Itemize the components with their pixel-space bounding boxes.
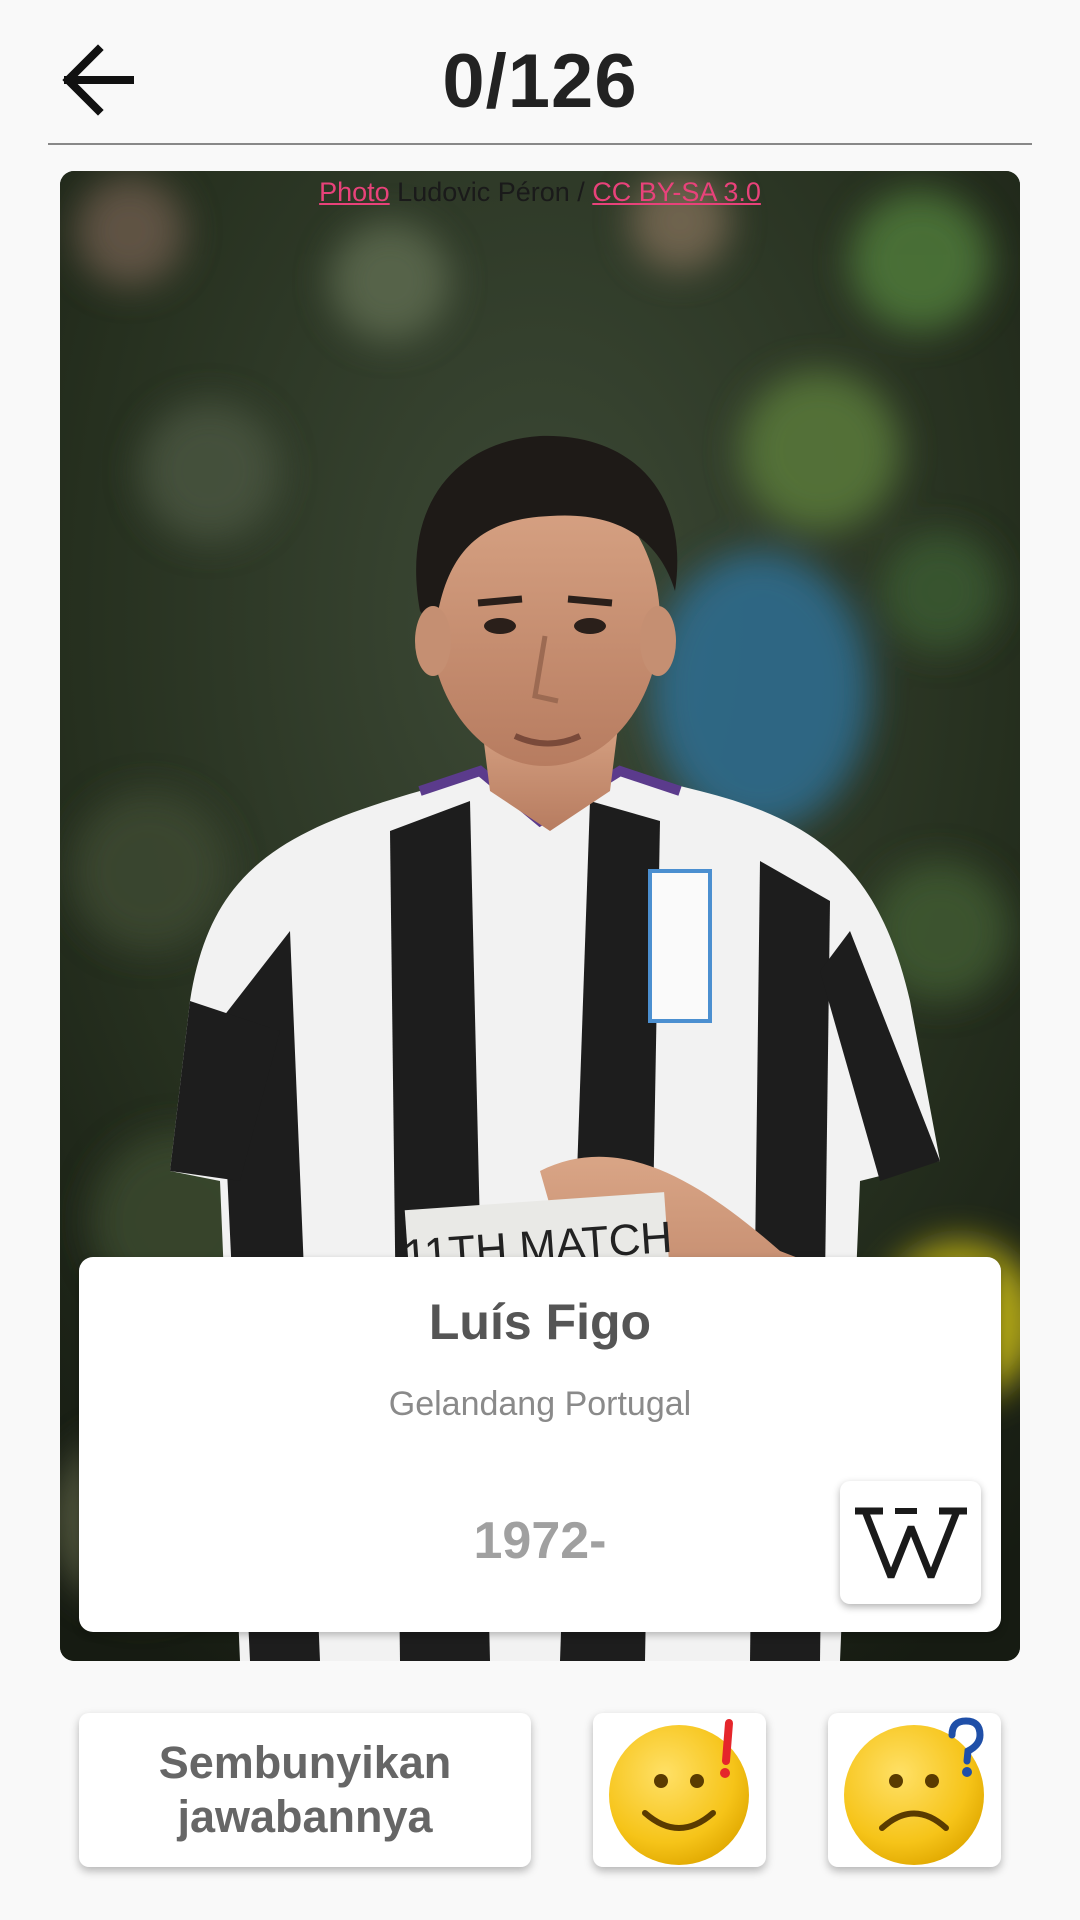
license-link[interactable]: CC BY-SA 3.0 [592,177,761,207]
smiley-exclamation-icon [609,1719,749,1865]
know-button[interactable] [593,1713,766,1867]
sad-question-icon [844,1717,984,1865]
answer-card: Luís Figo Gelandang Portugal 1972- [79,1257,1001,1632]
dont-know-button[interactable] [828,1713,1001,1867]
hide-answer-button[interactable]: Sembunyikan jawabannya [79,1713,531,1867]
progress-counter: 0/126 [442,39,638,124]
photo-credit: Photo Ludovic Péron / CC BY-SA 3.0 [60,177,1020,208]
hide-answer-label-line2: jawabannya [177,1791,433,1842]
wikipedia-button[interactable] [840,1481,981,1604]
wikipedia-icon [854,1507,967,1578]
player-description: Gelandang Portugal [388,1385,692,1423]
photo-author: Ludovic Péron / [389,177,593,207]
top-bar: 0/126 [0,0,1080,146]
hide-answer-label-line1: Sembunyikan [158,1737,452,1788]
player-name: Luís Figo [428,1294,652,1350]
header-divider [48,143,1032,145]
photo-source-link[interactable]: Photo [319,177,390,207]
